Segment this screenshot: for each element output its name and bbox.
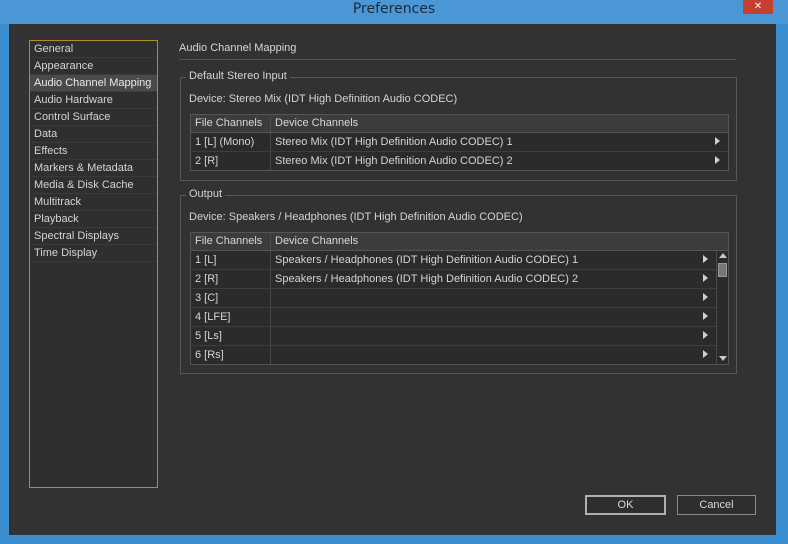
sidebar-item-data[interactable]: Data [30,126,157,143]
chevron-right-icon[interactable] [715,137,720,145]
stereo-input-group: Default Stereo Input Device: Stereo Mix … [180,70,737,181]
scroll-down-icon[interactable] [719,356,727,361]
table-row[interactable]: 3 [C] [191,289,728,308]
output-table: File Channels Device Channels 1 [L] Spea… [190,232,729,365]
window-frame-right [776,24,788,535]
table-row[interactable]: 2 [R] Stereo Mix (IDT High Definition Au… [191,152,728,170]
sidebar-item-control-surface[interactable]: Control Surface [30,109,157,126]
device-channel: Speakers / Headphones (IDT High Definiti… [275,273,579,285]
close-icon[interactable]: ✕ [743,0,773,14]
column-header-device-channels[interactable]: Device Channels [275,235,358,247]
table-header: File Channels Device Channels [191,115,728,133]
sidebar-item-audio-hardware[interactable]: Audio Hardware [30,92,157,109]
sidebar-item-spectral-displays[interactable]: Spectral Displays [30,228,157,245]
ok-button[interactable]: OK [585,495,666,515]
sidebar-item-general[interactable]: General [30,41,157,58]
device-channel: Stereo Mix (IDT High Definition Audio CO… [275,136,513,148]
window-title: Preferences [352,1,436,17]
title-divider [179,59,736,60]
file-channel: 3 [C] [195,292,219,304]
page-title: Audio Channel Mapping [179,42,297,54]
sidebar-item-media-disk-cache[interactable]: Media & Disk Cache [30,177,157,194]
table-row[interactable]: 2 [R] Speakers / Headphones (IDT High De… [191,270,728,289]
chevron-right-icon[interactable] [703,312,708,320]
sidebar-item-appearance[interactable]: Appearance [30,58,157,75]
output-device-label: Device: Speakers / Headphones (IDT High … [189,211,523,223]
sidebar-item-markers-metadata[interactable]: Markers & Metadata [30,160,157,177]
scroll-up-icon[interactable] [719,253,727,258]
chevron-right-icon[interactable] [715,156,720,164]
stereo-input-table: File Channels Device Channels 1 [L] (Mon… [190,114,729,171]
table-row[interactable]: 6 [Rs] [191,346,728,364]
chevron-right-icon[interactable] [703,331,708,339]
scroll-thumb[interactable] [718,263,727,277]
column-header-device-channels[interactable]: Device Channels [275,117,358,129]
chevron-right-icon[interactable] [703,350,708,358]
window-frame-bottom [0,535,788,544]
file-channel: 1 [L] (Mono) [195,136,255,148]
table-header: File Channels Device Channels [191,233,728,251]
title-bar: Preferences ✕ [0,0,788,24]
table-row[interactable]: 1 [L] (Mono) Stereo Mix (IDT High Defini… [191,133,728,152]
sidebar-item-time-display[interactable]: Time Display [30,245,157,262]
output-table-scrollbar[interactable] [716,251,728,364]
sidebar-item-audio-channel-mapping[interactable]: Audio Channel Mapping [30,75,157,92]
table-row[interactable]: 4 [LFE] [191,308,728,327]
dialog-body: General Appearance Audio Channel Mapping… [9,24,776,535]
sidebar-item-effects[interactable]: Effects [30,143,157,160]
stereo-input-device-label: Device: Stereo Mix (IDT High Definition … [189,93,458,105]
column-header-file-channels[interactable]: File Channels [195,235,262,247]
chevron-right-icon[interactable] [703,293,708,301]
sidebar-item-playback[interactable]: Playback [30,211,157,228]
file-channel: 5 [Ls] [195,330,222,342]
table-row[interactable]: 1 [L] Speakers / Headphones (IDT High De… [191,251,728,270]
chevron-right-icon[interactable] [703,255,708,263]
chevron-right-icon[interactable] [703,274,708,282]
sidebar-item-multitrack[interactable]: Multitrack [30,194,157,211]
file-channel: 1 [L] [195,254,217,266]
table-row[interactable]: 5 [Ls] [191,327,728,346]
column-header-file-channels[interactable]: File Channels [195,117,262,129]
file-channel: 2 [R] [195,155,219,167]
output-legend: Output [186,188,226,200]
file-channel: 4 [LFE] [195,311,231,323]
cancel-button[interactable]: Cancel [677,495,756,515]
file-channel: 6 [Rs] [195,349,224,361]
device-channel: Speakers / Headphones (IDT High Definiti… [275,254,579,266]
stereo-input-legend: Default Stereo Input [186,70,290,82]
category-list[interactable]: General Appearance Audio Channel Mapping… [29,40,158,488]
device-channel: Stereo Mix (IDT High Definition Audio CO… [275,155,513,167]
output-group: Output Device: Speakers / Headphones (ID… [180,188,737,374]
file-channel: 2 [R] [195,273,219,285]
